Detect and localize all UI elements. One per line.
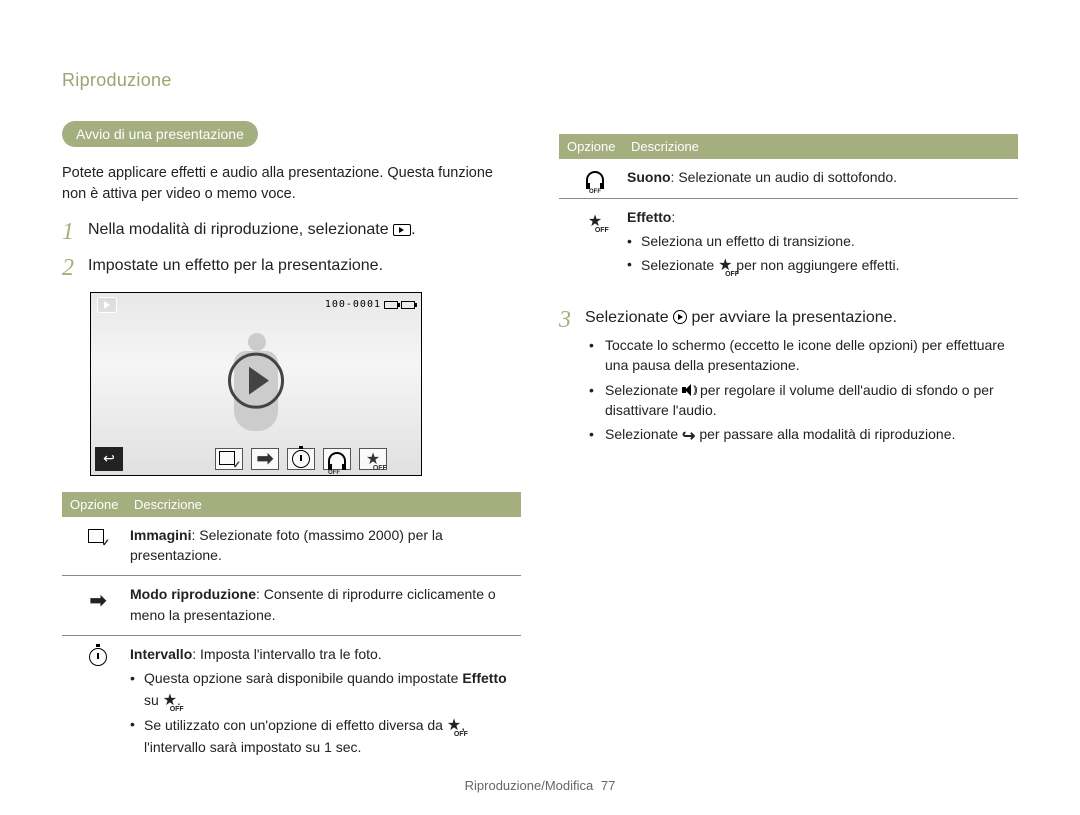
row-playmode-title: Modo riproduzione (130, 586, 256, 602)
subsection-pill: Avvio di una presentazione (62, 121, 258, 147)
table-header-left: Opzione Descrizione (62, 492, 521, 517)
effect-bullet-2: Selezionate ★OFF per non aggiungere effe… (627, 254, 1014, 277)
play-circle-icon (673, 310, 687, 324)
effect-bullet-1: Seleziona un effetto di transizione. (627, 231, 1014, 251)
battery-icon (401, 301, 415, 309)
row-images: Immagini: Selezionate foto (massimo 2000… (62, 517, 521, 577)
star-off-icon-3: ★OFF (588, 211, 602, 231)
eb2a: Selezionate (641, 257, 718, 273)
playmode-option-icon[interactable]: ➡ (251, 448, 279, 470)
step-1-text-suffix: . (411, 221, 415, 238)
timer-icon (89, 648, 107, 666)
interval-option-icon[interactable] (287, 448, 315, 470)
ib2a: Se utilizzato con un'opzione di effetto … (144, 717, 447, 733)
s3b: per avviare la presentazione. (687, 309, 897, 326)
images-icon (88, 529, 108, 545)
interval-bullet-1: Questa opzione sarà disponibile quando i… (130, 668, 517, 711)
effect-option-icon[interactable]: ★OFF (359, 448, 387, 470)
th-option: Opzione (70, 497, 134, 512)
screenshot-topbar: 100-0001 (97, 297, 415, 313)
row-interval-desc: Intervallo: Imposta l'intervallo tra le … (130, 644, 517, 759)
row-effect-suffix: : (671, 209, 675, 225)
speaker-icon: )) (682, 384, 696, 396)
camera-screenshot: 100-0001 ↩ ➡ OFF ★OFF (90, 292, 422, 476)
th-option-r: Opzione (567, 139, 631, 154)
row-sound-desc: Suono: Selezionate un audio di sottofond… (627, 167, 1014, 188)
storage-icon (384, 301, 398, 309)
row-playmode: ➡ Modo riproduzione: Consente di riprodu… (62, 576, 521, 636)
table-header-right: Opzione Descrizione (559, 134, 1018, 159)
interval-bullet-2: Se utilizzato con un'opzione di effetto … (130, 714, 517, 757)
step3-bullet-3: Selezionate ↩ per passare alla modalità … (589, 424, 1018, 448)
s3b3a: Selezionate (605, 426, 682, 442)
row-effect: ★OFF Effetto: Seleziona un effetto di tr… (559, 199, 1018, 289)
step3-bullet-2: Selezionate )) per regolare il volume de… (589, 380, 1018, 421)
step-3-text: Selezionate per avviare la presentazione… (585, 307, 1018, 329)
sound-option-icon[interactable]: OFF (323, 448, 351, 470)
row-sound: OFF Suono: Selezionate un audio di sotto… (559, 159, 1018, 199)
play-button-large[interactable] (228, 352, 284, 408)
step-1-text: Nella modalità di riproduzione, selezion… (88, 219, 521, 241)
image-counter: 100-0001 (325, 299, 415, 310)
playback-mode-icon (97, 297, 117, 313)
row-interval-title: Intervallo (130, 646, 192, 662)
page-number: 77 (601, 778, 615, 793)
row-interval: Intervallo: Imposta l'intervallo tra le … (62, 636, 521, 769)
step-2-number: 2 (62, 255, 88, 281)
page: Riproduzione Avvio di una presentazione … (0, 0, 1080, 769)
step-1-number: 1 (62, 219, 88, 245)
left-column: Riproduzione Avvio di una presentazione … (62, 70, 521, 769)
slideshow-icon (393, 224, 411, 236)
right-column: Opzione Descrizione OFF Suono: Seleziona… (559, 70, 1018, 769)
headphone-icon (586, 171, 604, 185)
arrow-right-icon: ➡ (90, 588, 107, 613)
section-title: Riproduzione (62, 70, 521, 91)
row-effect-title: Effetto (627, 209, 671, 225)
step-1-text-a: Nella modalità di riproduzione, selezion… (88, 221, 393, 238)
row-playmode-desc: Modo riproduzione: Consente di riprodurr… (130, 584, 517, 625)
s3b2a: Selezionate (605, 382, 682, 398)
footer-text: Riproduzione/Modifica (465, 778, 594, 793)
step-3: 3 Selezionate per avviare la presentazio… (559, 307, 1018, 453)
star-off-icon-4: ★OFF (718, 254, 732, 277)
step-2: 2 Impostate un effetto per la presentazi… (62, 255, 521, 281)
intro-paragraph: Potete applicare effetti e audio alla pr… (62, 163, 521, 205)
th-description: Descrizione (134, 497, 513, 512)
s3a: Selezionate (585, 309, 673, 326)
ib1c: su (144, 692, 163, 708)
step-2-text: Impostate un effetto per la presentazion… (88, 255, 521, 277)
back-button[interactable]: ↩ (95, 447, 123, 471)
options-table-left: Opzione Descrizione Immagini: Selezionat… (62, 492, 521, 769)
ib1a: Questa opzione sarà disponibile quando i… (144, 670, 462, 686)
step-1: 1 Nella modalità di riproduzione, selezi… (62, 219, 521, 245)
row-effect-desc: Effetto: Seleziona un effetto di transiz… (627, 207, 1014, 279)
row-sound-body: : Selezionate un audio di sottofondo. (671, 169, 898, 185)
ib1b: Effetto (462, 670, 506, 686)
step-3-content: Selezionate per avviare la presentazione… (585, 307, 1018, 453)
th-description-r: Descrizione (631, 139, 1010, 154)
counter-text: 100-0001 (325, 299, 381, 310)
eb2b: per non aggiungere effetti. (732, 257, 899, 273)
row-interval-body: : Imposta l'intervallo tra le foto. (192, 646, 381, 662)
row-images-desc: Immagini: Selezionate foto (massimo 2000… (130, 525, 517, 566)
s3b3b: per passare alla modalità di riproduzion… (699, 426, 955, 442)
step3-bullet-1: Toccate lo schermo (eccetto le icone del… (589, 335, 1018, 376)
screenshot-bottombar: ↩ ➡ OFF ★OFF (95, 447, 417, 471)
row-images-title: Immagini (130, 527, 191, 543)
images-option-icon[interactable] (215, 448, 243, 470)
star-off-icon-2: ★OFF (447, 714, 461, 737)
step-3-number: 3 (559, 307, 585, 333)
option-icons-row: ➡ OFF ★OFF (215, 448, 387, 470)
return-icon: ↩ (682, 425, 695, 448)
options-table-right: Opzione Descrizione OFF Suono: Seleziona… (559, 134, 1018, 289)
row-sound-title: Suono (627, 169, 671, 185)
star-off-icon: ★OFF (163, 689, 177, 712)
page-footer: Riproduzione/Modifica 77 (0, 778, 1080, 793)
